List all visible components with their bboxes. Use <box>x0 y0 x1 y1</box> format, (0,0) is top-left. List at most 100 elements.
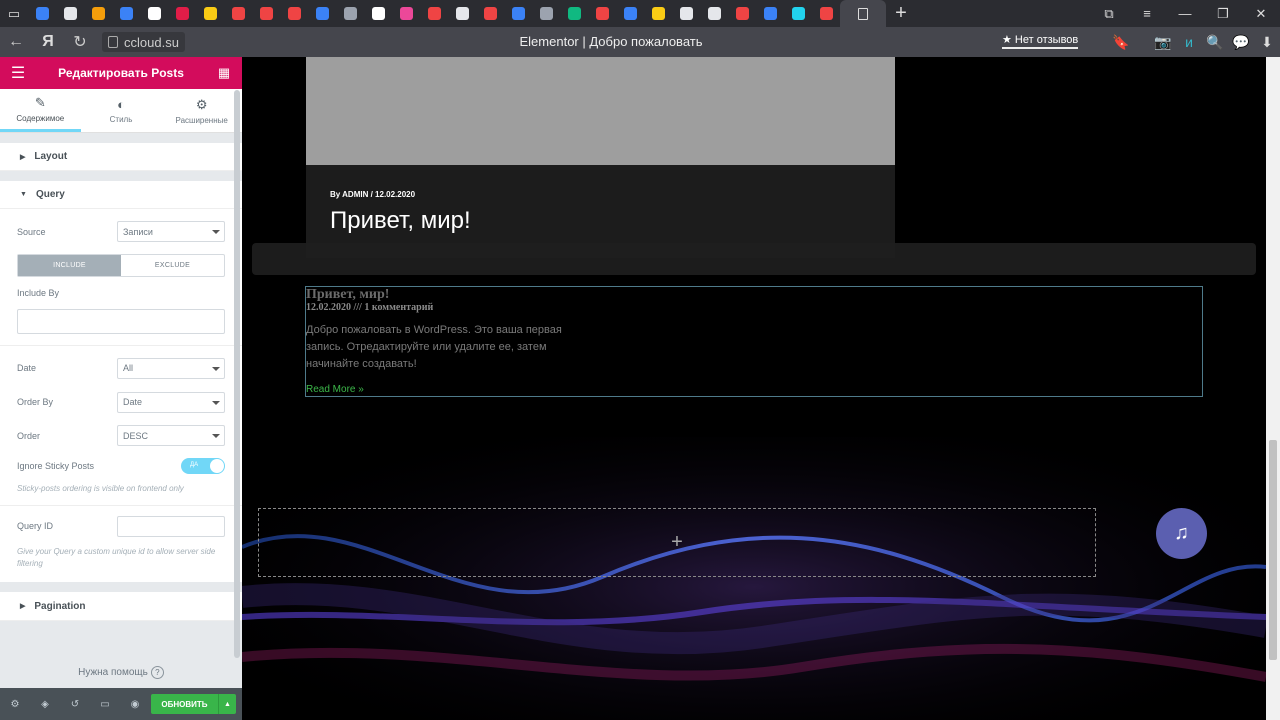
browser-tab[interactable] <box>448 0 476 27</box>
post-card-title[interactable]: Привет, мир! <box>330 207 471 235</box>
layout-section: ▶ Layout <box>0 143 242 171</box>
browser-tab[interactable] <box>588 0 616 27</box>
responsive-icon[interactable]: ▭ <box>90 699 120 710</box>
browser-tab[interactable] <box>560 0 588 27</box>
post-card[interactable]: By ADMIN / 12.02.2020 Привет, мир! <box>306 57 895 258</box>
browser-tab[interactable] <box>504 0 532 27</box>
browser-tab[interactable] <box>252 0 280 27</box>
tab-style[interactable]: ◐ Стиль <box>81 89 162 132</box>
browser-tab[interactable] <box>616 0 644 27</box>
favicon-icon <box>511 7 525 20</box>
reviews-text: Нет отзывов <box>1014 34 1079 46</box>
blurred-section <box>252 243 1256 275</box>
browser-tab[interactable] <box>420 0 448 27</box>
source-value: Записи <box>123 226 153 237</box>
half-circle-icon: ◐ <box>117 97 125 112</box>
switch-knob <box>210 459 224 473</box>
collections-icon[interactable]: ⧉ <box>1090 0 1128 27</box>
update-options-button[interactable]: ▲ <box>218 694 236 714</box>
camera-icon[interactable]: 📷 <box>1150 27 1176 57</box>
favicon-icon <box>595 7 609 20</box>
browser-tab[interactable] <box>756 0 784 27</box>
search-icon[interactable]: 🔍 <box>1202 27 1228 57</box>
include-by-input[interactable] <box>17 309 225 334</box>
source-select[interactable]: Записи <box>117 221 225 242</box>
include-button[interactable]: INCLUDE <box>18 255 121 276</box>
query-id-input[interactable] <box>117 515 225 537</box>
browser-tab[interactable] <box>28 0 56 27</box>
browser-tab[interactable] <box>728 0 756 27</box>
help-link[interactable]: Нужна помощь? <box>0 666 242 679</box>
extension-icon[interactable]: ᴎ <box>1176 27 1202 57</box>
sticky-switch[interactable]: ДА <box>181 458 225 474</box>
browser-tab[interactable] <box>476 0 504 27</box>
browser-tab[interactable] <box>308 0 336 27</box>
order-by-select[interactable]: Date <box>117 391 225 413</box>
read-more-link[interactable]: Read More » <box>306 384 364 395</box>
favicon-icon <box>399 7 413 20</box>
browser-tab[interactable] <box>140 0 168 27</box>
new-tab-button[interactable]: + <box>886 0 916 27</box>
page-scrollbar[interactable] <box>1266 57 1280 720</box>
panel-scrollbar[interactable] <box>234 90 240 658</box>
order-control: Order DESC <box>0 414 242 457</box>
chat-icon[interactable]: 💬 <box>1228 27 1254 57</box>
bookmark-icon[interactable]: 🔖 <box>1108 27 1134 57</box>
reviews-badge[interactable]: ★ Нет отзывов <box>1002 33 1079 49</box>
browser-tab-strip: ▭ + ⧉ ≡ — ❐ ✕ <box>0 0 1280 27</box>
query-id-control: Query ID <box>0 506 242 546</box>
browser-tab[interactable] <box>112 0 140 27</box>
chevron-down-icon <box>212 230 220 234</box>
post-card-image <box>306 57 895 165</box>
order-select[interactable]: DESC <box>117 425 225 446</box>
browser-tab[interactable] <box>532 0 560 27</box>
history-icon[interactable]: ↺ <box>60 699 90 710</box>
browser-tab[interactable] <box>364 0 392 27</box>
download-icon[interactable]: ⬇ <box>1254 27 1280 57</box>
browser-tab[interactable] <box>672 0 700 27</box>
exclude-button[interactable]: EXCLUDE <box>121 255 224 276</box>
browser-tab[interactable] <box>56 0 84 27</box>
question-icon: ? <box>150 666 164 679</box>
active-tab[interactable] <box>840 0 886 27</box>
music-player-button[interactable]: ♫ <box>1156 508 1207 559</box>
browser-tab[interactable] <box>280 0 308 27</box>
browser-tab[interactable] <box>644 0 672 27</box>
browser-tab[interactable] <box>168 0 196 27</box>
query-section-label: Query <box>35 189 65 200</box>
update-button[interactable]: ОБНОВИТЬ <box>151 694 218 714</box>
browser-tab[interactable] <box>784 0 812 27</box>
browser-tab[interactable] <box>84 0 112 27</box>
preview-eye-icon[interactable]: ◉ <box>120 699 150 710</box>
help-text: Нужна помощь <box>78 667 148 678</box>
tab-content[interactable]: ✎ Содержимое <box>0 89 81 132</box>
query-section-header[interactable]: ▼ Query <box>0 181 242 209</box>
browser-tab[interactable] <box>196 0 224 27</box>
layout-section-header[interactable]: ▶ Layout <box>0 143 242 171</box>
browser-tab[interactable] <box>336 0 364 27</box>
browser-tab[interactable] <box>392 0 420 27</box>
settings-icon[interactable]: ⚙ <box>0 699 30 710</box>
date-select[interactable]: All <box>117 357 225 379</box>
sticky-control: Ignore Sticky Posts ДА <box>0 457 242 475</box>
post-title[interactable]: Привет, мир! <box>306 287 389 303</box>
browser-tab[interactable] <box>700 0 728 27</box>
close-icon[interactable]: ✕ <box>1242 0 1280 27</box>
favicon-icon <box>63 7 77 20</box>
sticky-switch-text: ДА <box>190 462 199 468</box>
navigator-layers-icon[interactable]: ◈ <box>30 699 60 710</box>
minimize-icon[interactable]: — <box>1166 0 1204 27</box>
order-value: DESC <box>123 430 149 441</box>
browser-tab[interactable] <box>224 0 252 27</box>
menu-icon[interactable]: ≡ <box>1128 0 1166 27</box>
maximize-icon[interactable]: ❐ <box>1204 0 1242 27</box>
widgets-grid-icon[interactable]: ▦ <box>206 65 242 81</box>
tab-advanced[interactable]: ⚙ Расширенные <box>161 89 242 132</box>
page-scrollbar-thumb[interactable] <box>1269 440 1277 660</box>
sidebar-toggle-icon[interactable]: ▭ <box>0 0 28 27</box>
browser-tab[interactable] <box>812 0 840 27</box>
add-section-zone[interactable]: + <box>258 508 1096 577</box>
hamburger-menu-icon[interactable]: ☰ <box>0 63 36 83</box>
pagination-section-header[interactable]: ▶ Pagination <box>0 592 242 621</box>
posts-widget[interactable]: Привет, мир! 12.02.2020 /// 1 комментари… <box>305 286 1203 397</box>
